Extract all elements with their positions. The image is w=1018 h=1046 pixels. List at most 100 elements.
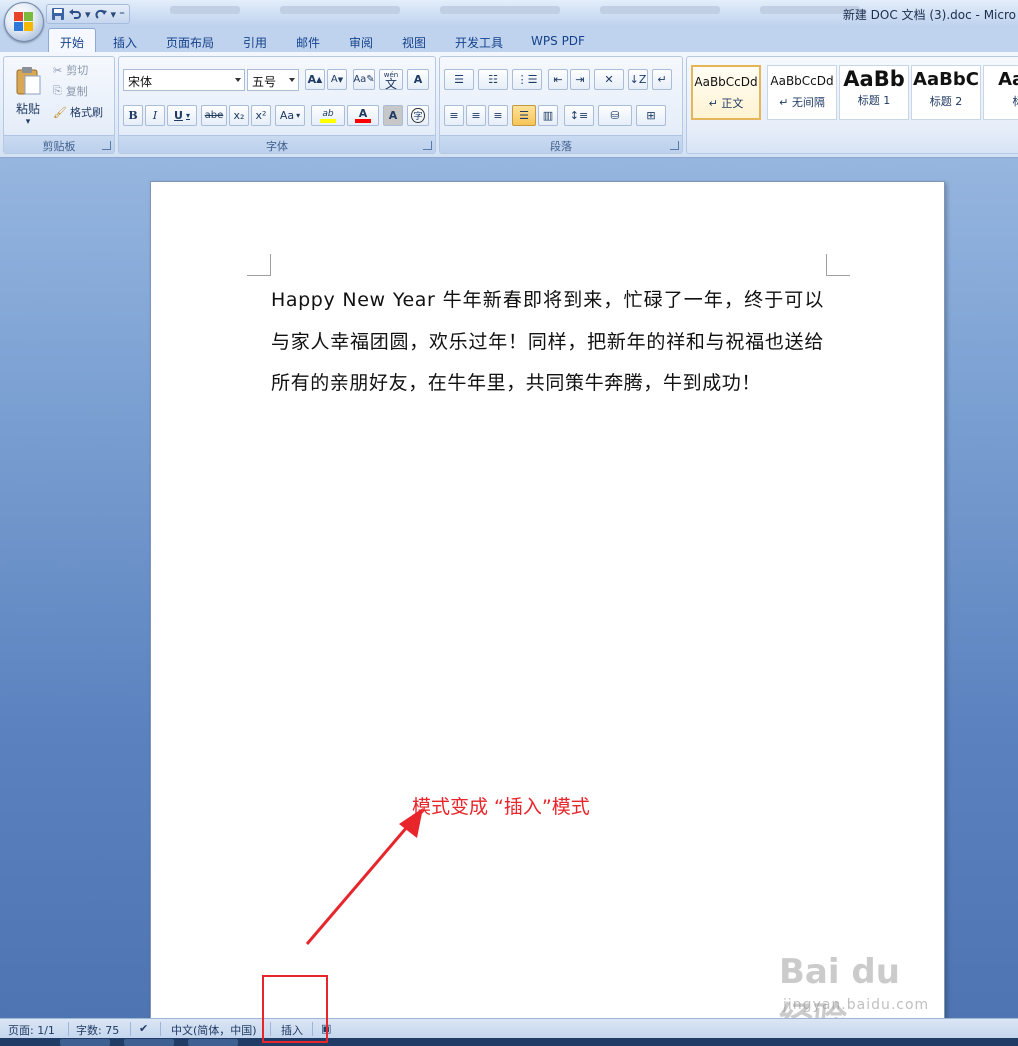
borders-button[interactable]: ⊞: [636, 105, 666, 126]
italic-label: I: [152, 109, 158, 122]
paragraph-shading-button[interactable]: ⛁: [598, 105, 632, 126]
save-icon[interactable]: [51, 7, 65, 21]
numbering-button[interactable]: ☷: [478, 69, 508, 90]
undo-icon[interactable]: [68, 7, 82, 21]
line-spacing-button[interactable]: ↕≡: [564, 105, 594, 126]
style-normal-sample: AaBbCcDd: [694, 75, 758, 89]
status-language[interactable]: 中文(简体，中国): [171, 1022, 257, 1038]
grow-font-button[interactable]: A ▲: [305, 69, 325, 90]
taskbar-item[interactable]: [60, 1039, 110, 1046]
tab-developer[interactable]: 开发工具: [446, 31, 512, 52]
paste-button[interactable]: 粘贴 ▾: [8, 61, 48, 131]
font-group-label: 字体: [119, 135, 435, 153]
style-heading-3[interactable]: AaB 标: [983, 65, 1018, 120]
taskbar-item[interactable]: [124, 1039, 174, 1046]
chevron-down-icon: ▾: [185, 111, 190, 120]
character-shading-button[interactable]: A: [383, 105, 403, 126]
ribbon: 粘贴 ▾ ✂ 剪切 ⎘ 复制 🖌 格式刷 剪贴板 宋体 五号 A ▲ A ▼ Aa✎ wé…: [0, 52, 1018, 158]
style-heading-1[interactable]: AaBb 标题 1: [839, 65, 909, 120]
clear-formatting-icon: Aa✎: [353, 74, 375, 85]
highlight-label: ab: [322, 108, 334, 119]
clear-formatting-button[interactable]: Aa✎: [353, 69, 375, 90]
clipboard-group-label: 剪贴板: [4, 135, 114, 153]
paint-bucket-icon: ⛁: [610, 109, 620, 122]
show-marks-button[interactable]: ↵: [652, 69, 672, 90]
font-name-select[interactable]: 宋体: [123, 69, 245, 91]
style-heading-2[interactable]: AaBbC 标题 2: [911, 65, 981, 120]
format-painter-button[interactable]: 🖌 格式刷: [52, 103, 114, 121]
increase-indent-icon: ⇥: [575, 73, 585, 86]
document-body-text[interactable]: Happy New Year 牛年新春即将到来，忙碌了一年，终于可以与家人幸福团…: [271, 280, 824, 405]
paragraph-group: ☰ ☷ ⋮☰ ⇤ ⇥ ✕ ↓Z ↵ ≡ ≡ ≡ ☰ ▥ ↕≡ ⛁ ⊞ 段落: [439, 56, 683, 154]
font-size-select[interactable]: 五号: [247, 69, 299, 91]
character-border-button[interactable]: A: [407, 69, 429, 90]
cut-button[interactable]: ✂ 剪切: [52, 61, 112, 79]
enclose-characters-button[interactable]: 字: [407, 105, 429, 126]
align-left-button[interactable]: ≡: [444, 105, 464, 126]
document-page[interactable]: Happy New Year 牛年新春即将到来，忙碌了一年，终于可以与家人幸福团…: [150, 181, 945, 1040]
clipboard-dialog-launcher-icon[interactable]: [102, 141, 111, 150]
tab-mailings[interactable]: 邮件: [287, 31, 329, 52]
superscript-button[interactable]: x²: [251, 105, 271, 126]
distributed-button[interactable]: ▥: [538, 105, 558, 126]
highlight-button[interactable]: ab: [311, 105, 345, 126]
strikethrough-label: abe: [204, 110, 224, 121]
multilevel-list-button[interactable]: ⋮☰: [512, 69, 542, 90]
status-page[interactable]: 页面: 1/1: [8, 1022, 55, 1038]
font-group: 宋体 五号 A ▲ A ▼ Aa✎ wén 文 A B I U ▾ abe x₂ x² …: [118, 56, 436, 154]
decrease-indent-button[interactable]: ⇤: [548, 69, 568, 90]
tab-review[interactable]: 审阅: [340, 31, 382, 52]
font-dialog-launcher-icon[interactable]: [423, 141, 432, 150]
tab-references[interactable]: 引用: [234, 31, 276, 52]
tab-page-layout[interactable]: 页面布局: [158, 31, 222, 52]
clipboard-group: 粘贴 ▾ ✂ 剪切 ⎘ 复制 🖌 格式刷 剪贴板: [3, 56, 115, 154]
phonetic-guide-char: 文: [384, 76, 397, 91]
underline-button[interactable]: U ▾: [167, 105, 197, 126]
taskbar-item[interactable]: [188, 1039, 238, 1046]
chevron-down-icon: [235, 78, 241, 82]
change-case-button[interactable]: Aa ▾: [275, 105, 305, 126]
status-bar: 页面: 1/1 字数: 75 ✔ 中文(简体，中国) 插入 ▣: [0, 1018, 1018, 1038]
style-normal[interactable]: AaBbCcDd ↵ 正文: [691, 65, 761, 120]
strikethrough-button[interactable]: abe: [201, 105, 227, 126]
sort-button[interactable]: ↓Z: [628, 69, 648, 90]
font-color-button[interactable]: A: [347, 105, 379, 126]
paintbrush-icon: 🖌: [53, 105, 67, 119]
status-insert-mode[interactable]: 插入: [281, 1022, 303, 1038]
bullets-button[interactable]: ☰: [444, 69, 474, 90]
underline-label: U: [174, 109, 183, 122]
italic-button[interactable]: I: [145, 105, 165, 126]
paragraph-dialog-launcher-icon[interactable]: [670, 141, 679, 150]
subscript-button[interactable]: x₂: [229, 105, 249, 126]
undo-dropdown-icon[interactable]: ▾: [85, 8, 91, 21]
status-word-count[interactable]: 字数: 75: [76, 1022, 119, 1038]
shrink-font-button[interactable]: A ▼: [327, 69, 347, 90]
office-button[interactable]: [4, 2, 44, 42]
tab-wps-pdf[interactable]: WPS PDF: [524, 31, 592, 52]
bold-button[interactable]: B: [123, 105, 143, 126]
copy-label: 复制: [65, 85, 88, 98]
office-logo-icon: [14, 12, 34, 32]
shrink-font-label: A: [330, 74, 338, 85]
macro-record-icon[interactable]: ▣: [321, 1022, 331, 1035]
tab-view[interactable]: 视图: [393, 31, 435, 52]
cut-label: 剪切: [66, 64, 89, 77]
align-center-button[interactable]: ≡: [466, 105, 486, 126]
spelling-check-icon[interactable]: ✔: [139, 1022, 148, 1035]
tab-insert[interactable]: 插入: [104, 31, 146, 52]
align-right-button[interactable]: ≡: [488, 105, 508, 126]
annotation-text: 模式变成 “插入”模式: [412, 796, 590, 818]
copy-button[interactable]: ⎘ 复制: [52, 82, 112, 100]
redo-dropdown-icon[interactable]: ▾: [111, 8, 117, 21]
status-separator: [312, 1022, 313, 1036]
justify-button[interactable]: ☰: [512, 105, 536, 126]
tab-home[interactable]: 开始: [48, 28, 96, 53]
multilevel-list-icon: ⋮☰: [516, 73, 538, 86]
line-spacing-icon: ↕≡: [569, 109, 589, 122]
increase-indent-button[interactable]: ⇥: [570, 69, 590, 90]
customize-qat-icon[interactable]: ⁼: [119, 8, 125, 21]
phonetic-guide-button[interactable]: wén 文: [379, 69, 403, 90]
style-no-spacing[interactable]: AaBbCcDd ↵ 无间隔: [767, 65, 837, 120]
chinese-layout-button[interactable]: ✕: [594, 69, 624, 90]
redo-icon[interactable]: [94, 7, 108, 21]
